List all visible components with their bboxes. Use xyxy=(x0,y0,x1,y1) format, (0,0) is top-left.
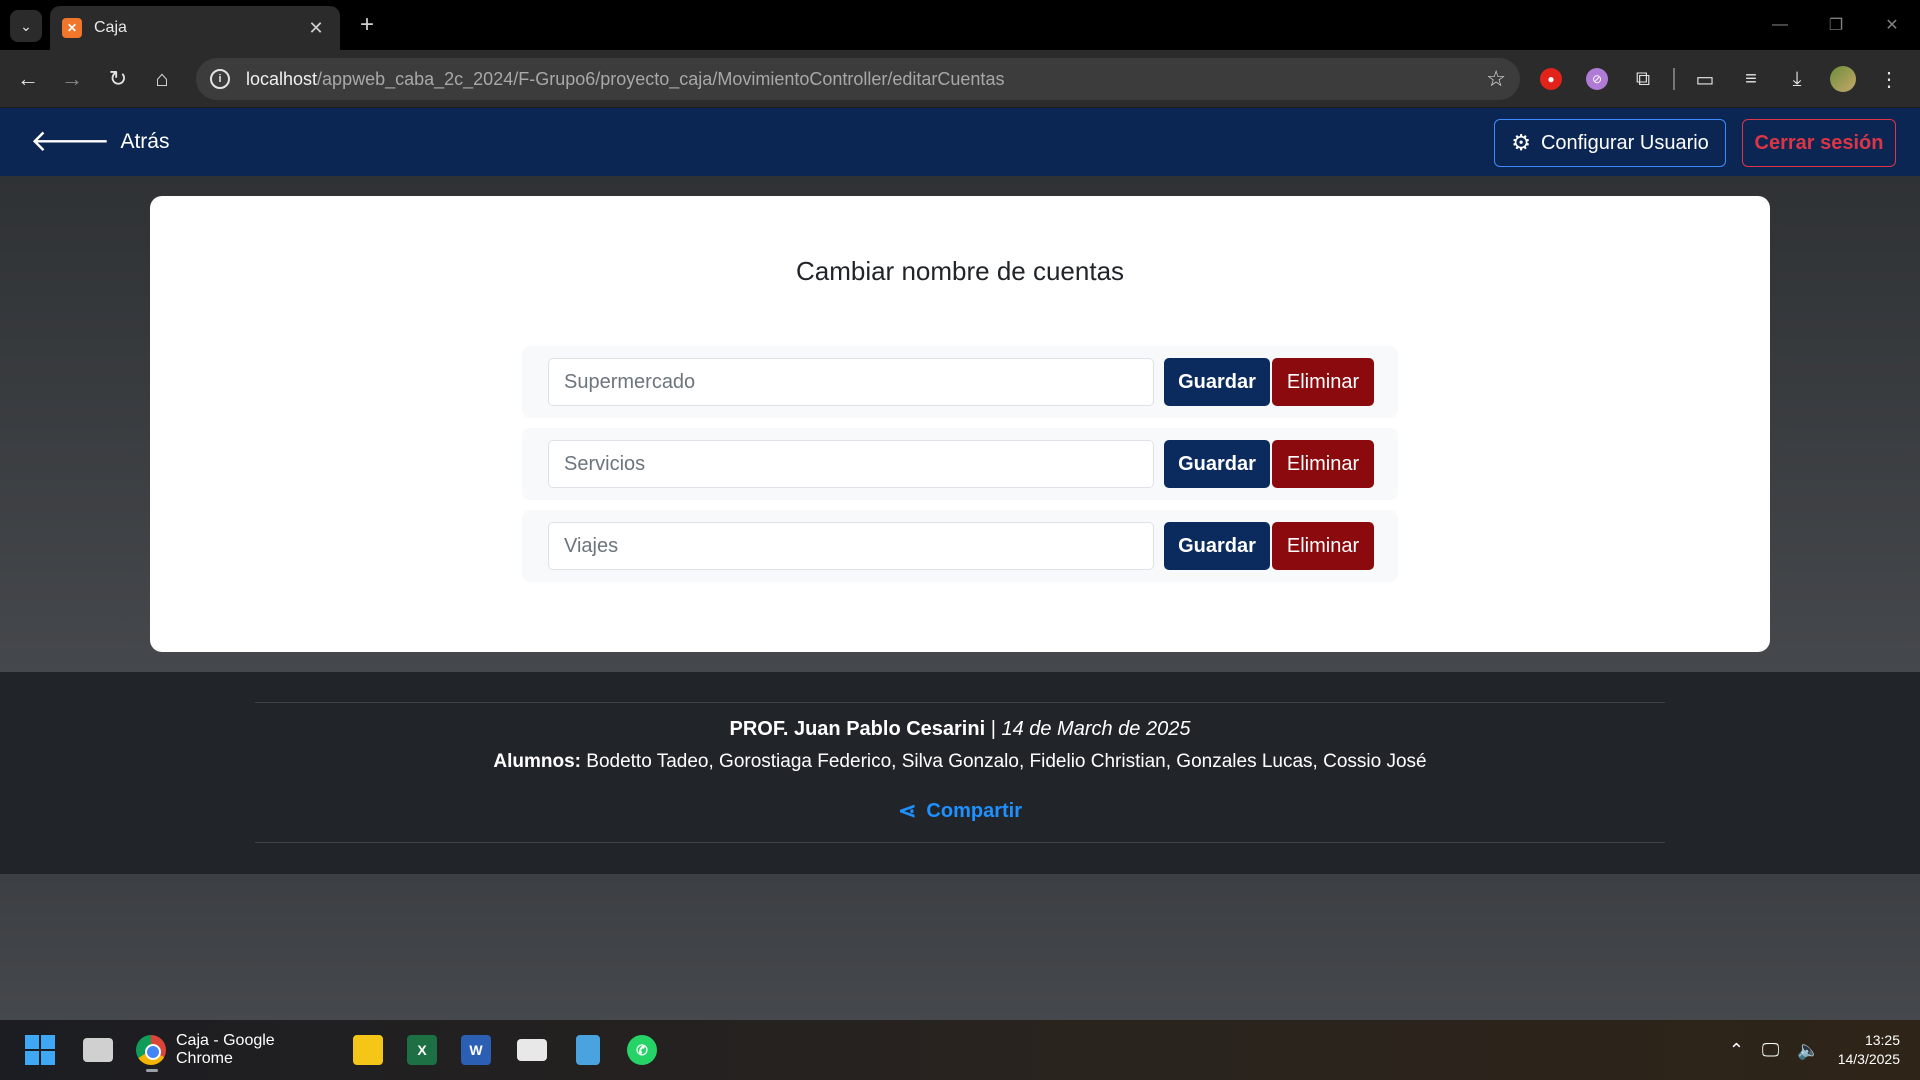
chrome-icon xyxy=(136,1035,166,1065)
clock-date: 14/3/2025 xyxy=(1837,1051,1900,1067)
site-info-icon[interactable]: i xyxy=(210,69,230,89)
notepad-icon[interactable] xyxy=(570,1030,606,1070)
share-icon: ⋖ xyxy=(897,798,917,823)
logout-button[interactable]: Cerrar sesión xyxy=(1742,119,1896,167)
footer-divider xyxy=(255,842,1665,843)
system-tray: ⌃ 🖵 🔈 13:25 14/3/2025 xyxy=(1729,1020,1900,1080)
account-row: Guardar Eliminar xyxy=(522,510,1398,582)
xampp-favicon-icon: ✕ xyxy=(62,18,82,38)
account-name-input[interactable] xyxy=(548,522,1154,570)
delete-button[interactable]: Eliminar xyxy=(1272,522,1374,570)
footer-separator: | xyxy=(985,718,1002,740)
word-icon[interactable]: W xyxy=(458,1030,494,1070)
extension-red-icon[interactable]: ● xyxy=(1535,63,1567,95)
puzzle-extensions-icon[interactable]: ⧉ xyxy=(1627,63,1659,95)
clock-time: 13:25 xyxy=(1864,1032,1900,1048)
restore-button[interactable]: ❐ xyxy=(1808,0,1864,50)
delete-button[interactable]: Eliminar xyxy=(1272,440,1374,488)
students-label: Alumnos: xyxy=(493,751,581,772)
back-arrow-icon[interactable]: ← xyxy=(12,63,44,95)
url-path: /appweb_caba_2c_2024/F-Grupo6/proyecto_c… xyxy=(317,68,1005,89)
file-explorer-icon[interactable] xyxy=(350,1030,386,1070)
page-bottom-background xyxy=(0,874,1920,1020)
back-link[interactable]: 🡐 Atrás xyxy=(30,126,169,158)
delete-button[interactable]: Eliminar xyxy=(1272,358,1374,406)
accounts-card: Cambiar nombre de cuentas Guardar Elimin… xyxy=(150,196,1770,652)
task-view-icon[interactable] xyxy=(80,1030,116,1070)
footer-divider xyxy=(255,702,1665,703)
save-button[interactable]: Guardar xyxy=(1164,440,1270,488)
extension-purple-icon[interactable]: ⊘ xyxy=(1581,63,1613,95)
arrow-left-icon: 🡐 xyxy=(30,125,111,158)
close-icon[interactable]: ✕ xyxy=(304,18,328,39)
chevron-up-icon[interactable]: ⌃ xyxy=(1729,1040,1744,1061)
active-app-indicator xyxy=(146,1069,158,1072)
footer-date: 14 de March de 2025 xyxy=(1001,718,1191,740)
browser-tab-strip: ⌄ ✕ Caja ✕ + — ❐ ✕ xyxy=(0,0,1920,50)
tab-title: Caja xyxy=(94,19,127,36)
page-title: Cambiar nombre de cuentas xyxy=(795,256,1125,286)
minimize-button[interactable]: — xyxy=(1752,0,1808,50)
network-icon[interactable]: 🖵 xyxy=(1762,1040,1779,1061)
share-label: Compartir xyxy=(926,799,1022,822)
window-controls: — ❐ ✕ xyxy=(1752,0,1920,50)
footer-students: Alumnos: Bodetto Tadeo, Gorostiaga Feder… xyxy=(0,751,1920,773)
gear-icon: ⚙ xyxy=(1511,130,1531,155)
taskbar-chrome-label: Caja - Google Chrome xyxy=(175,1032,275,1067)
address-bar[interactable]: i localhost/appweb_caba_2c_2024/F-Grupo6… xyxy=(196,58,1520,100)
footer-credits: PROF. Juan Pablo Cesarini | 14 de March … xyxy=(0,718,1920,741)
configure-user-button[interactable]: ⚙ Configurar Usuario xyxy=(1494,119,1726,167)
reload-icon[interactable]: ↻ xyxy=(102,63,134,95)
app-navbar: 🡐 Atrás ⚙ Configurar Usuario Cerrar sesi… xyxy=(0,108,1920,176)
professor-name: PROF. Juan Pablo Cesarini xyxy=(729,718,986,740)
url-host: localhost xyxy=(246,68,318,89)
media-controls-icon[interactable]: ≡ xyxy=(1735,63,1767,95)
account-row: Guardar Eliminar xyxy=(522,346,1398,418)
page-footer: PROF. Juan Pablo Cesarini | 14 de March … xyxy=(0,672,1920,874)
students-list: Bodetto Tadeo, Gorostiaga Federico, Silv… xyxy=(581,751,1427,772)
save-button[interactable]: Guardar xyxy=(1164,358,1270,406)
keyboard-app-icon[interactable] xyxy=(514,1030,550,1070)
save-button[interactable]: Guardar xyxy=(1164,522,1270,570)
account-name-input[interactable] xyxy=(548,440,1154,488)
forward-arrow-icon[interactable]: → xyxy=(56,63,88,95)
windows-taskbar: Caja - Google Chrome X W ✆ xyxy=(0,1020,1920,1080)
configure-user-label: Configurar Usuario xyxy=(1540,131,1709,154)
profile-avatar[interactable] xyxy=(1827,63,1859,95)
browser-tab[interactable]: ✕ Caja ✕ xyxy=(50,6,340,50)
whatsapp-icon[interactable]: ✆ xyxy=(624,1030,660,1070)
system-clock[interactable]: 13:25 14/3/2025 xyxy=(1838,1031,1900,1069)
account-row: Guardar Eliminar xyxy=(522,428,1398,500)
cast-icon[interactable]: ▭ xyxy=(1689,63,1721,95)
account-name-input[interactable] xyxy=(548,358,1154,406)
excel-icon[interactable]: X xyxy=(404,1030,440,1070)
home-icon[interactable]: ⌂ xyxy=(146,63,178,95)
close-window-button[interactable]: ✕ xyxy=(1864,0,1920,50)
new-tab-button[interactable]: + xyxy=(352,10,382,40)
tab-search-button[interactable]: ⌄ xyxy=(10,10,42,42)
taskbar-chrome-button[interactable]: Caja - Google Chrome xyxy=(136,1030,336,1070)
share-link[interactable]: ⋖ Compartir xyxy=(0,798,1920,824)
windows-start-icon[interactable] xyxy=(24,1030,56,1070)
chevron-down-icon: ⌄ xyxy=(20,17,32,34)
more-menu-icon[interactable]: ⋮ xyxy=(1873,63,1905,95)
download-icon[interactable]: ⤓ xyxy=(1781,63,1813,95)
extension-icons: ● ⊘ ⧉ ▭ ≡ ⤓ ⋮ xyxy=(1535,63,1905,95)
browser-toolbar: ← → ↻ ⌂ i localhost/appweb_caba_2c_2024/… xyxy=(0,50,1920,108)
back-label: Atrás xyxy=(120,130,170,153)
bookmark-star-icon[interactable]: ☆ xyxy=(1486,66,1506,92)
url-text[interactable]: localhost/appweb_caba_2c_2024/F-Grupo6/p… xyxy=(246,69,1486,90)
toolbar-divider xyxy=(1673,68,1675,90)
volume-icon[interactable]: 🔈 xyxy=(1797,1040,1819,1061)
